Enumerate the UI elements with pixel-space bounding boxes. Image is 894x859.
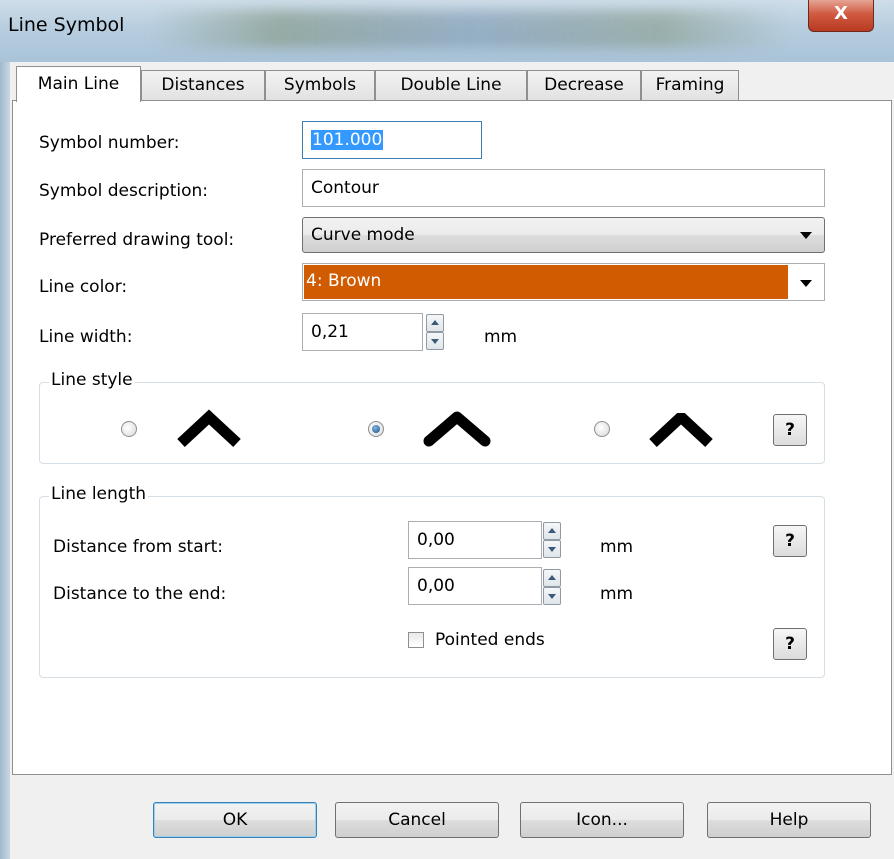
pointed-ends-label: Pointed ends xyxy=(435,630,545,650)
line-style-title: Line style xyxy=(49,370,135,390)
close-icon: X xyxy=(834,3,848,24)
symbol-description-field[interactable]: Contour xyxy=(302,169,825,207)
drawing-tool-label: Preferred drawing tool: xyxy=(39,230,235,250)
arrow-up-icon xyxy=(431,320,439,325)
help-icon: ? xyxy=(785,634,795,654)
tab-decrease[interactable]: Decrease xyxy=(527,70,641,100)
distance-end-spinner xyxy=(543,569,561,605)
tab-framing[interactable]: Framing xyxy=(641,70,739,100)
dialog-content: Main Line Distances Symbols Double Line … xyxy=(10,62,894,859)
symbol-number-field[interactable]: 101.000 xyxy=(302,121,482,159)
distance-end-field[interactable]: 0,00 xyxy=(408,567,542,605)
drawing-tool-value: Curve mode xyxy=(311,225,415,245)
distance-start-spinner xyxy=(543,522,561,558)
tab-double-line[interactable]: Double Line xyxy=(375,70,527,100)
symbol-description-label: Symbol description: xyxy=(39,181,208,201)
distance-end-label: Distance to the end: xyxy=(53,584,227,604)
title-bar: Line Symbol X xyxy=(0,0,894,62)
line-style-help-button[interactable]: ? xyxy=(773,414,807,446)
line-width-spinner xyxy=(426,314,444,350)
arrow-down-icon xyxy=(548,594,556,599)
drawing-tool-select[interactable]: Curve mode xyxy=(302,217,825,253)
tab-symbols[interactable]: Symbols xyxy=(265,70,375,100)
icon-button[interactable]: Icon... xyxy=(520,802,684,838)
symbol-number-label: Symbol number: xyxy=(39,133,180,153)
line-style-round-radio[interactable] xyxy=(368,421,384,437)
ok-button[interactable]: OK xyxy=(153,802,317,838)
chevron-down-icon xyxy=(800,280,812,287)
spin-down-button[interactable] xyxy=(426,332,444,350)
line-length-title: Line length xyxy=(49,484,149,504)
cancel-button[interactable]: Cancel xyxy=(335,802,499,838)
line-color-swatch: 4: Brown xyxy=(304,265,788,299)
line-color-label: Line color: xyxy=(39,277,128,297)
pointed-ends-checkbox[interactable] xyxy=(408,632,424,648)
spin-up-button[interactable] xyxy=(426,314,444,332)
symbol-number-value: 101.000 xyxy=(311,130,384,150)
close-button[interactable]: X xyxy=(808,0,874,32)
line-length-help-button[interactable]: ? xyxy=(773,525,807,557)
spin-down-button[interactable] xyxy=(543,587,561,605)
distance-start-field[interactable]: 0,00 xyxy=(408,521,542,559)
line-width-unit: mm xyxy=(484,327,518,347)
help-button[interactable]: Help xyxy=(707,802,871,838)
tab-distances[interactable]: Distances xyxy=(141,70,265,100)
help-icon: ? xyxy=(785,531,795,551)
line-color-select[interactable]: 4: Brown xyxy=(302,263,825,301)
line-style-miter-radio[interactable] xyxy=(121,421,137,437)
window-frame-left xyxy=(0,62,10,859)
miter-join-icon xyxy=(177,409,241,448)
chevron-down-icon xyxy=(800,232,812,239)
line-width-label: Line width: xyxy=(39,327,133,347)
line-width-field[interactable]: 0,21 xyxy=(302,313,423,351)
distance-start-unit: mm xyxy=(600,537,634,557)
arrow-down-icon xyxy=(431,339,439,344)
arrow-down-icon xyxy=(548,547,556,552)
window-title: Line Symbol xyxy=(8,14,125,36)
tab-main-line[interactable]: Main Line xyxy=(16,66,141,102)
help-icon: ? xyxy=(785,420,795,440)
main-line-panel: Symbol number: 101.000 Symbol descriptio… xyxy=(12,100,892,775)
pointed-ends-help-button[interactable]: ? xyxy=(773,628,807,660)
distance-end-unit: mm xyxy=(600,584,634,604)
arrow-up-icon xyxy=(548,528,556,533)
tab-row: Main Line Distances Symbols Double Line … xyxy=(10,62,894,102)
round-join-icon xyxy=(423,411,491,447)
distance-start-label: Distance from start: xyxy=(53,537,224,557)
spin-up-button[interactable] xyxy=(543,569,561,587)
line-style-bevel-radio[interactable] xyxy=(594,421,610,437)
spin-up-button[interactable] xyxy=(543,522,561,540)
arrow-up-icon xyxy=(548,575,556,580)
spin-down-button[interactable] xyxy=(543,540,561,558)
bevel-join-icon xyxy=(649,412,713,448)
